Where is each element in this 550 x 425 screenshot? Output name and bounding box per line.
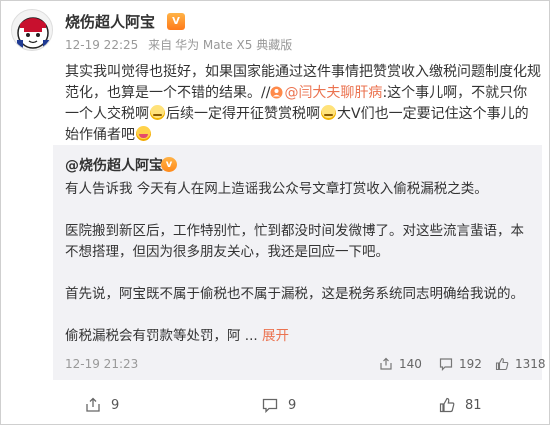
- mention-link[interactable]: @闫大夫聊肝病: [270, 85, 382, 101]
- author-name[interactable]: 烧伤超人阿宝: [65, 11, 155, 32]
- mention-user-icon: [270, 86, 283, 99]
- repost-last-line: 偷税漏税会有罚款等处罚，阿 ...: [65, 328, 258, 344]
- repost-comment-stat[interactable]: 192: [439, 357, 482, 371]
- verified-badge: V: [167, 13, 185, 30]
- like-icon: [439, 397, 455, 413]
- repost-time[interactable]: 12-19 21:23: [65, 357, 138, 371]
- like-button[interactable]: 81: [439, 393, 482, 417]
- repost-share-count: 140: [399, 357, 422, 371]
- repost-truncated-line: 偷税漏税会有罚款等处罚，阿 ... 展开: [65, 326, 530, 347]
- like-icon: [495, 357, 509, 371]
- repost-author-name[interactable]: @烧伤超人阿宝: [65, 155, 163, 175]
- post-source: 华为 Mate X5 典藏版: [175, 38, 293, 52]
- share-icon: [380, 357, 392, 370]
- post-text-part3: 后续一定得开征赞赏税啊: [166, 106, 320, 122]
- expand-link[interactable]: 展开: [262, 328, 289, 344]
- repost-button[interactable]: 9: [85, 393, 119, 417]
- weibo-post-card: 烧伤超人阿宝 V 12-19 22:25 来自 华为 Mate X5 典藏版 其实…: [0, 0, 550, 425]
- repost-paragraph-1: 有人告诉我 今天有人在网上造谣我公众号文章打赏收入偷税漏税之类。: [65, 181, 488, 197]
- repost-container[interactable]: @烧伤超人阿宝 v 有人告诉我 今天有人在网上造谣我公众号文章打赏收入偷税漏税之…: [53, 145, 546, 380]
- sweat-smile-emoji-icon: [150, 105, 165, 120]
- source-prefix: 来自: [148, 38, 173, 52]
- avatar[interactable]: [11, 9, 53, 51]
- mention-text[interactable]: @闫大夫聊肝病: [284, 85, 382, 101]
- repost-share-stat[interactable]: 140: [379, 357, 422, 371]
- post-time[interactable]: 12-19 22:25: [65, 38, 138, 52]
- share-icon: [86, 397, 100, 412]
- laugh-emoji-icon: [136, 126, 151, 141]
- like-count: 81: [465, 397, 482, 413]
- repost-paragraph-3: 首先说，阿宝既不属于偷税也不属于漏税，这是税务系统同志明确给我说的。: [65, 286, 524, 302]
- repost-comment-count: 192: [459, 357, 482, 371]
- repost-like-stat[interactable]: 1318: [495, 357, 546, 371]
- repost-verified-badge: v: [161, 157, 177, 172]
- repost-paragraph-2: 医院搬到新区后，工作特别忙，忙到都没时间发微博了。对这些流言蜚语，本不想搭理，但…: [65, 223, 524, 260]
- comment-button[interactable]: 9: [262, 393, 296, 417]
- comment-count: 9: [288, 397, 297, 413]
- wink-emoji-icon: [321, 105, 336, 120]
- comment-icon: [262, 398, 278, 413]
- action-toolbar: 9 9 81: [1, 393, 550, 417]
- repost-footer: 12-19 21:23 140 192 1318: [65, 357, 546, 373]
- comment-icon: [439, 358, 453, 371]
- repost-count: 9: [111, 397, 120, 413]
- post-meta: 12-19 22:25 来自 华为 Mate X5 典藏版: [65, 36, 298, 53]
- repost-like-count: 1318: [515, 357, 546, 371]
- repost-body: 有人告诉我 今天有人在网上造谣我公众号文章打赏收入偷税漏税之类。 医院搬到新区后…: [65, 179, 530, 347]
- avatar-image: [12, 10, 52, 50]
